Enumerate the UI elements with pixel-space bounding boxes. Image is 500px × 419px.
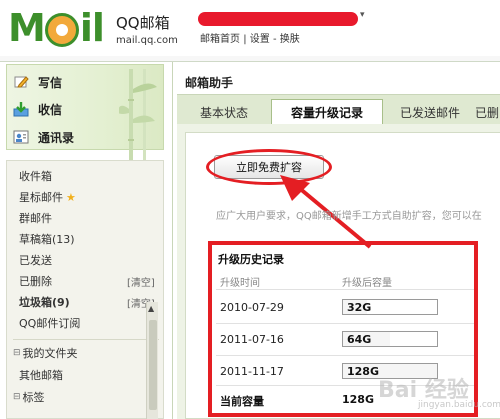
tab-deleted[interactable]: 已删 <box>475 99 500 125</box>
page-title: 邮箱助手 <box>185 76 234 90</box>
capacity-bar: 64G <box>342 331 438 347</box>
scroll-up-icon[interactable]: ▲ <box>148 304 154 313</box>
sidebar-scrollbar[interactable]: ▲ <box>146 302 158 419</box>
receive-button[interactable]: 收信 <box>12 98 62 120</box>
brand-url: mail.qq.com <box>116 35 178 46</box>
tab-bar: 基本状态 容量升级记录 已发送邮件 已删 <box>177 94 500 125</box>
settings-link[interactable]: 设置 <box>250 34 270 45</box>
folder-inbox[interactable]: 收件箱 <box>19 167 52 185</box>
folder-sent[interactable]: 已发送 <box>19 251 52 269</box>
col-capacity: 升级后容量 <box>342 278 392 289</box>
account-name-redacted[interactable] <box>198 12 358 26</box>
tree-my-folders[interactable]: ⊟ 我的文件夹 <box>13 344 78 362</box>
history-date: 2010-07-29 <box>220 301 284 314</box>
col-upgrade-time: 升级时间 <box>220 278 260 289</box>
tab-capacity-history[interactable]: 容量升级记录 <box>271 99 383 125</box>
compose-button[interactable]: 写信 <box>12 71 62 93</box>
current-capacity-label: 当前容量 <box>220 395 264 408</box>
inbox-download-icon <box>12 101 30 117</box>
capacity-bar: 32G <box>342 299 438 315</box>
folder-drafts[interactable]: 草稿箱(13) <box>19 230 75 248</box>
contacts-button[interactable]: 通讯录 <box>12 126 74 148</box>
history-title: 升级历史记录 <box>218 253 284 266</box>
current-capacity-value: 128G <box>342 393 374 406</box>
header: Mil QQ邮箱 mail.qq.com ▾ 邮箱首页 | 设置 - 换肤 <box>0 0 500 62</box>
clear-deleted-link[interactable]: [清空] <box>127 272 155 290</box>
contacts-icon <box>12 129 30 145</box>
account-caret-icon[interactable]: ▾ <box>360 10 365 20</box>
folder-divider <box>13 339 159 340</box>
folder-spam[interactable]: 垃圾箱(9) <box>19 293 70 311</box>
qqmail-logo[interactable]: Mil <box>8 6 105 50</box>
folder-list: 收件箱 星标邮件 ★ 群邮件 草稿箱(13) 已发送 已删除 [清空] 垃圾箱(9… <box>6 160 164 419</box>
tab-basic-status[interactable]: 基本状态 <box>183 99 265 125</box>
sidebar: 写信 收信 通讯录 收件箱 星标邮件 ★ 群邮件 草稿箱(13) 已发送 已删除 … <box>0 62 168 419</box>
annotation-box <box>208 241 478 417</box>
scroll-thumb[interactable] <box>149 320 157 410</box>
tree-tags[interactable]: ⊟ 标签 <box>13 388 45 406</box>
collapse-icon[interactable]: ⊟ <box>13 348 21 358</box>
brand: QQ邮箱 mail.qq.com <box>116 12 178 46</box>
folder-subscriptions[interactable]: QQ邮件订阅 <box>19 314 80 332</box>
header-links: 邮箱首页 | 设置 - 换肤 <box>200 34 300 45</box>
tab-content: 立即免费扩容 应广大用户要求，QQ邮箱新增手工方式自助扩容，您可以在 升级历史记… <box>177 124 500 419</box>
logo-face-icon <box>44 13 79 47</box>
capacity-bar: 128G <box>342 363 438 379</box>
home-link[interactable]: 邮箱首页 <box>200 34 240 45</box>
free-expand-button[interactable]: 立即免费扩容 <box>214 155 324 179</box>
folder-group-mail[interactable]: 群邮件 <box>19 209 52 227</box>
upgrade-history: 升级历史记录 升级时间 升级后容量 2010-07-29 32G 2011-07… <box>208 241 478 417</box>
tree-other-mailboxes[interactable]: 其他邮箱 <box>19 366 63 384</box>
brand-name: QQ邮箱 <box>116 14 170 32</box>
tab-sent-mail[interactable]: 已发送邮件 <box>389 99 471 125</box>
history-date: 2011-07-16 <box>220 333 284 346</box>
folder-deleted[interactable]: 已删除 <box>19 272 52 290</box>
star-icon: ★ <box>66 190 76 204</box>
capacity-panel: 立即免费扩容 应广大用户要求，QQ邮箱新增手工方式自助扩容，您可以在 升级历史记… <box>185 132 500 419</box>
collapse-icon[interactable]: ⊟ <box>13 392 21 402</box>
main-panel: 邮箱助手 基本状态 容量升级记录 已发送邮件 已删 立即免费扩容 应广大用户要求… <box>172 62 500 419</box>
skin-link[interactable]: 换肤 <box>280 34 300 45</box>
pencil-icon <box>12 74 30 90</box>
history-date: 2011-11-17 <box>220 365 284 378</box>
description-text: 应广大用户要求，QQ邮箱新增手工方式自助扩容，您可以在 <box>216 211 482 222</box>
folder-starred[interactable]: 星标邮件 ★ <box>19 188 76 206</box>
